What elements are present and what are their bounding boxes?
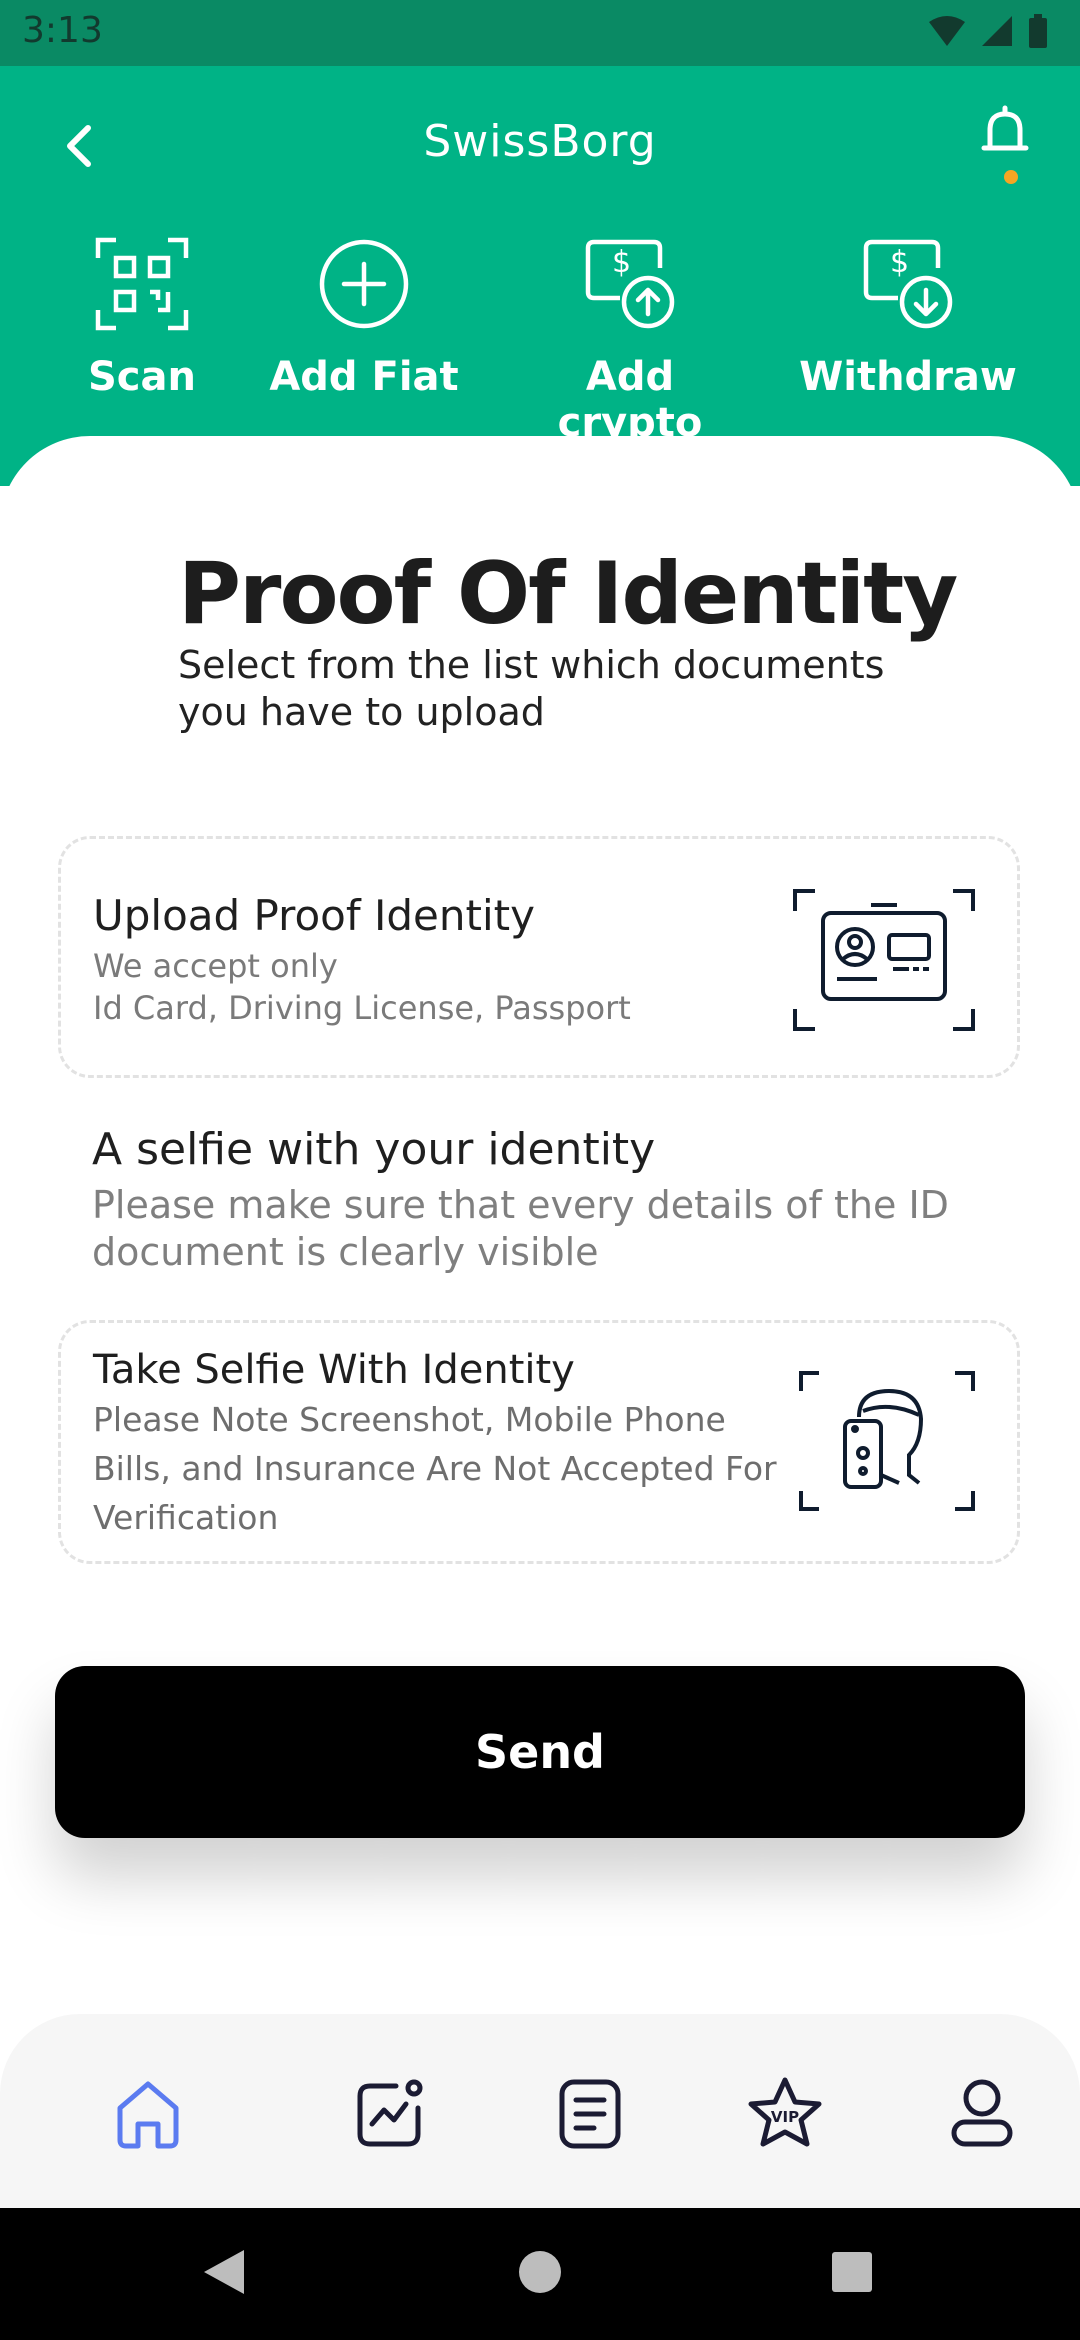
status-icons xyxy=(928,14,1048,48)
svg-text:$: $ xyxy=(612,245,631,280)
add-crypto-button[interactable]: $ Add crypto xyxy=(520,234,740,446)
selfie-section-text: Please make sure that every details of t… xyxy=(92,1183,949,1274)
send-button[interactable]: Send xyxy=(55,1666,1025,1838)
take-selfie-card[interactable]: Take Selfie With Identity Please Note Sc… xyxy=(58,1320,1020,1564)
signal-icon xyxy=(982,16,1012,46)
selfie-card-title: Take Selfie With Identity xyxy=(93,1347,575,1393)
home-circle-icon[interactable] xyxy=(518,2248,562,2296)
status-bar: 3:13 xyxy=(0,0,1080,66)
selfie-section-title: A selfie with your identity xyxy=(92,1124,656,1175)
scan-button[interactable]: Scan xyxy=(32,234,252,400)
bottom-nav: VIP xyxy=(0,2014,1080,2208)
id-card-scan-icon xyxy=(793,889,975,1031)
svg-text:$: $ xyxy=(890,245,909,280)
back-triangle-icon[interactable] xyxy=(202,2248,246,2296)
upload-card-title: Upload Proof Identity xyxy=(93,891,535,940)
selfie-card-text: Please Note Screenshot, Mobile Phone Bil… xyxy=(93,1400,777,1537)
qr-scan-icon xyxy=(95,237,189,331)
bell-icon xyxy=(981,105,1029,151)
add-fiat-button[interactable]: Add Fiat xyxy=(254,234,474,400)
nav-documents[interactable] xyxy=(550,2074,630,2154)
upload-proof-card[interactable]: Upload Proof Identity We accept only Id … xyxy=(58,836,1020,1078)
recents-square-icon[interactable] xyxy=(830,2248,874,2296)
plus-circle-icon xyxy=(319,239,409,329)
scan-label: Scan xyxy=(88,354,196,400)
nav-vip[interactable]: VIP xyxy=(745,2074,825,2154)
withdraw-button[interactable]: $ Withdraw xyxy=(798,234,1018,400)
vip-star-icon: VIP xyxy=(748,2077,822,2147)
page-title: Proof Of Identity xyxy=(178,544,958,644)
upload-card-line2: Id Card, Driving License, Passport xyxy=(93,989,631,1027)
home-icon xyxy=(117,2081,179,2149)
page-subtitle: Select from the list which documents you… xyxy=(178,643,885,734)
dollar-download-icon: $ xyxy=(863,239,953,329)
notification-dot xyxy=(1004,170,1018,184)
system-nav-bar xyxy=(0,2208,1080,2340)
dollar-upload-icon: $ xyxy=(585,239,675,329)
nav-home[interactable] xyxy=(108,2074,188,2154)
profile-icon xyxy=(951,2079,1013,2147)
nav-profile[interactable] xyxy=(942,2074,1022,2154)
withdraw-label: Withdraw xyxy=(799,354,1017,400)
add-fiat-label: Add Fiat xyxy=(269,354,459,400)
document-icon xyxy=(559,2079,621,2149)
selfie-scan-icon xyxy=(799,1371,975,1511)
upload-card-line1: We accept only xyxy=(93,947,338,985)
app-title: SwissBorg xyxy=(423,116,657,167)
wifi-icon xyxy=(929,16,965,46)
nav-markets[interactable] xyxy=(350,2074,430,2154)
notifications-button[interactable] xyxy=(970,100,1040,170)
add-crypto-label: Add crypto xyxy=(557,354,703,446)
status-time: 3:13 xyxy=(22,10,103,51)
quick-actions: Scan Add Fiat $ Add crypto $ Withdraw xyxy=(0,234,1080,446)
battery-icon xyxy=(1029,14,1047,48)
chart-icon xyxy=(357,2079,423,2147)
svg-text:VIP: VIP xyxy=(771,2108,799,2126)
header: SwissBorg Scan Add Fiat $ Add crypto $ W… xyxy=(0,66,1080,486)
